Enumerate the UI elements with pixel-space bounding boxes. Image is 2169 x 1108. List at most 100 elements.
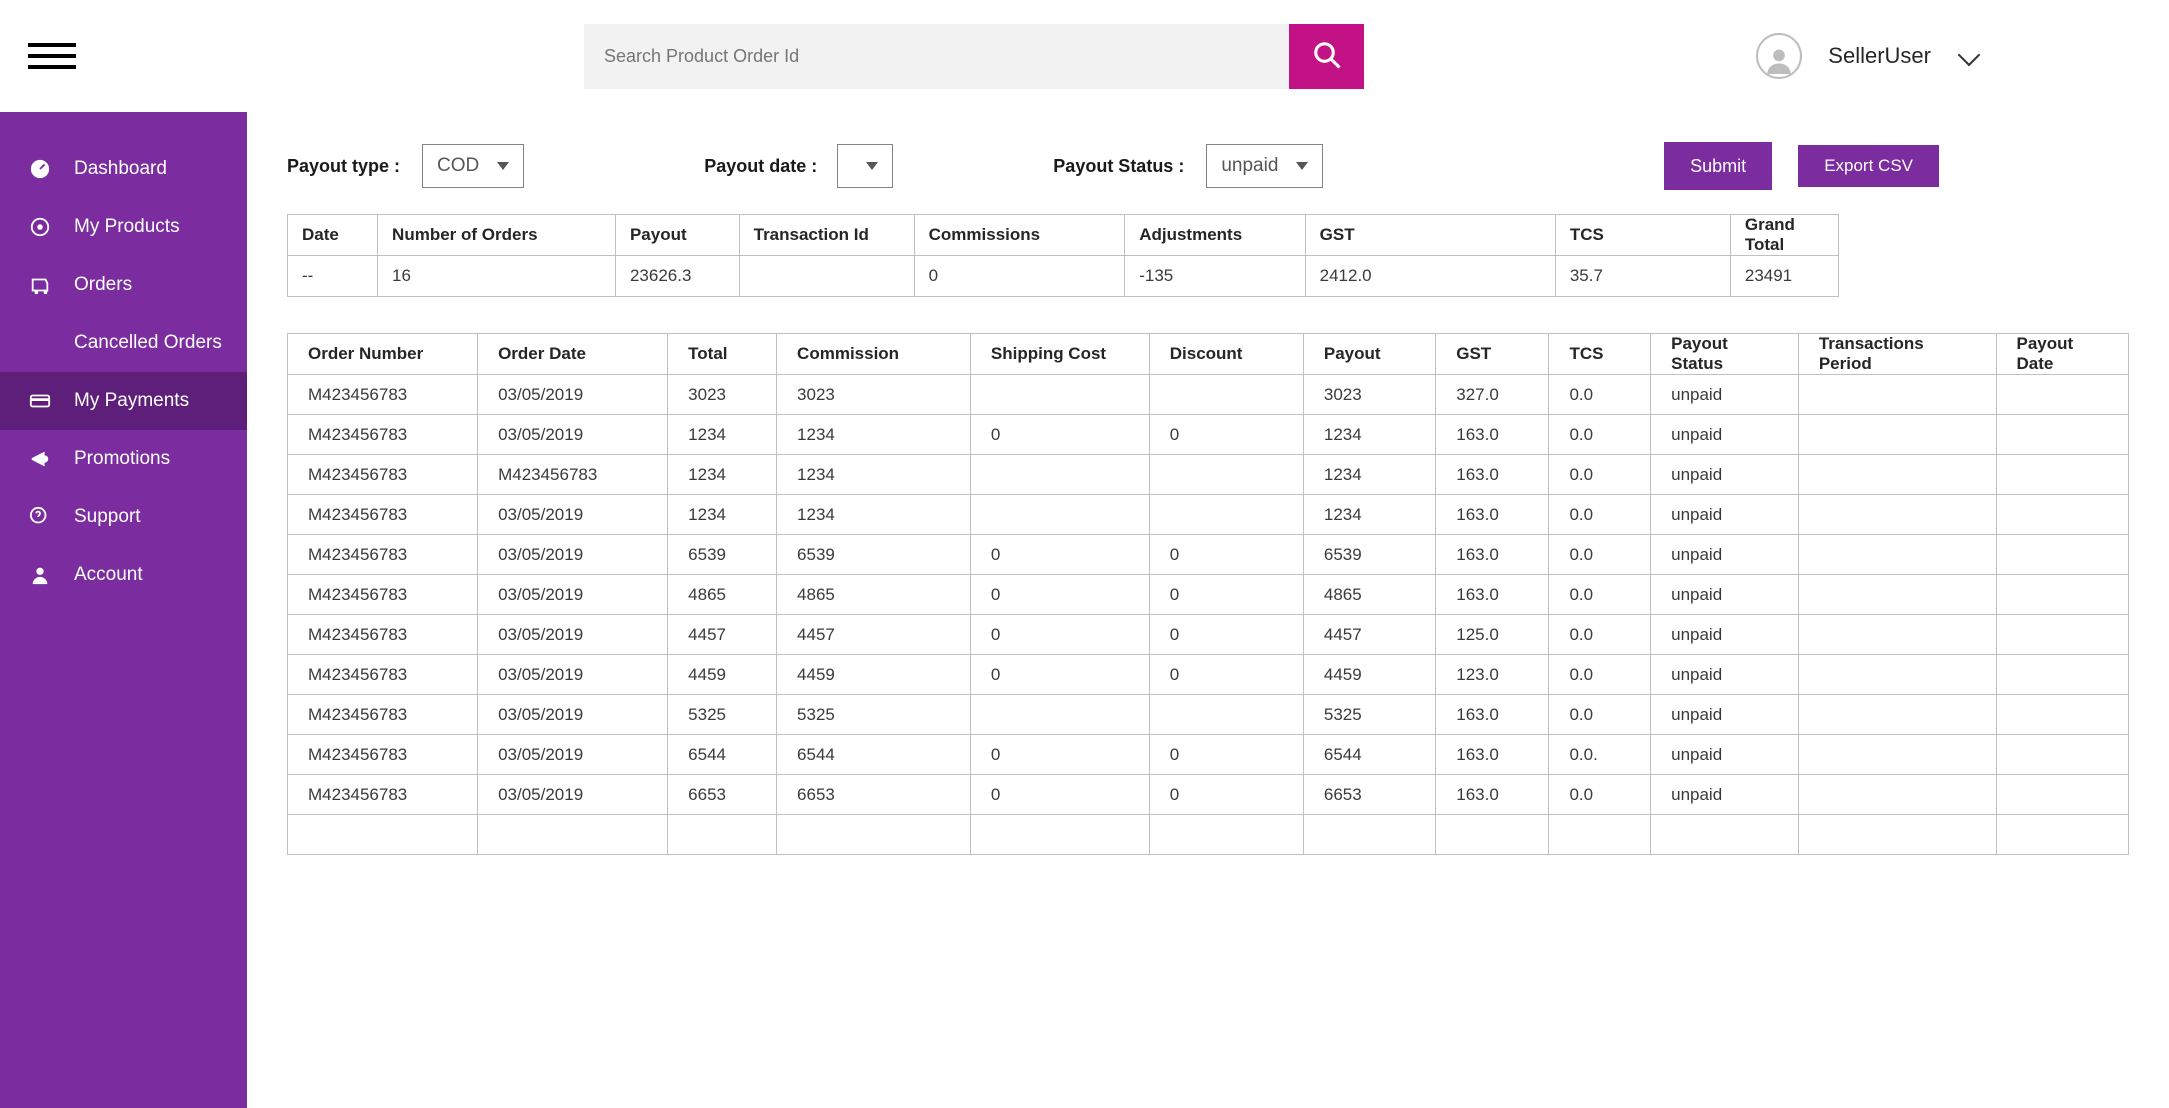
orders-cell: 0.0.	[1549, 735, 1651, 775]
orders-cell: unpaid	[1651, 455, 1799, 495]
table-row[interactable]: M42345678303/05/201966536653006653163.00…	[288, 775, 2129, 815]
orders-cell: 1234	[668, 455, 777, 495]
orders-cell: M423456783	[478, 455, 668, 495]
summary-cell: 23626.3	[615, 256, 739, 297]
orders-cell: 4459	[668, 655, 777, 695]
table-row[interactable]: M42345678303/05/2019532553255325163.00.0…	[288, 695, 2129, 735]
orders-cell	[1549, 815, 1651, 855]
content-area: Payout type : COD Payout date : Payout S…	[247, 112, 2169, 1108]
orders-cell: 123.0	[1436, 655, 1549, 695]
orders-cell: 6653	[668, 775, 777, 815]
table-row[interactable]: M42345678303/05/201948654865004865163.00…	[288, 575, 2129, 615]
table-row[interactable]: M42345678303/05/201912341234001234163.00…	[288, 415, 2129, 455]
orders-cell	[288, 815, 478, 855]
orders-cell: M423456783	[288, 775, 478, 815]
orders-header: TCS	[1549, 334, 1651, 375]
payout-status-label: Payout Status :	[1053, 156, 1184, 177]
orders-cell: 163.0	[1436, 535, 1549, 575]
orders-cell: M423456783	[288, 535, 478, 575]
orders-cell: 0.0	[1549, 655, 1651, 695]
orders-cell: 6539	[777, 535, 971, 575]
search-button[interactable]	[1289, 24, 1364, 89]
orders-cell	[1798, 535, 1996, 575]
sidebar-item-support[interactable]: Support	[0, 488, 247, 546]
orders-cell	[1798, 495, 1996, 535]
sidebar-item-account[interactable]: Account	[0, 546, 247, 604]
summary-cell: -135	[1125, 256, 1305, 297]
orders-cell: 0	[1149, 735, 1303, 775]
orders-cell: 5325	[1303, 695, 1435, 735]
orders-cell: 0.0	[1549, 695, 1651, 735]
sidebar-item-label: Support	[74, 506, 141, 528]
orders-cell	[1149, 695, 1303, 735]
sidebar-item-promotions[interactable]: Promotions	[0, 430, 247, 488]
summary-cell: 35.7	[1555, 256, 1730, 297]
orders-cell: 0.0	[1549, 455, 1651, 495]
table-row[interactable]: M423456783M423456783123412341234163.00.0…	[288, 455, 2129, 495]
orders-cell: 125.0	[1436, 615, 1549, 655]
orders-cell: 0.0	[1549, 375, 1651, 415]
orders-cell: 03/05/2019	[478, 575, 668, 615]
orders-cell: 1234	[1303, 495, 1435, 535]
orders-cell: 03/05/2019	[478, 695, 668, 735]
summary-cell: --	[288, 256, 378, 297]
orders-cell: 327.0	[1436, 375, 1549, 415]
table-row[interactable]: M42345678303/05/2019302330233023327.00.0…	[288, 375, 2129, 415]
sidebar-item-dashboard[interactable]: Dashboard	[0, 140, 247, 198]
chevron-down-icon	[1957, 49, 1981, 63]
orders-cell: 0	[970, 575, 1149, 615]
hamburger-menu-icon[interactable]	[28, 32, 76, 80]
sidebar-sub-cancelled-orders[interactable]: Cancelled Orders	[0, 314, 247, 372]
sidebar-item-my-products[interactable]: My Products	[0, 198, 247, 256]
orders-cell: 03/05/2019	[478, 775, 668, 815]
payout-type-label: Payout type :	[287, 156, 400, 177]
orders-cell	[1996, 375, 2128, 415]
payout-status-select[interactable]: unpaid	[1206, 144, 1323, 188]
orders-cell: unpaid	[1651, 415, 1799, 455]
orders-cell	[1798, 775, 1996, 815]
summary-cell	[739, 256, 914, 297]
summary-header: TCS	[1555, 215, 1730, 256]
table-row[interactable]: M42345678303/05/201944594459004459123.00…	[288, 655, 2129, 695]
orders-cell	[1436, 815, 1549, 855]
orders-cell: 163.0	[1436, 695, 1549, 735]
orders-cell: 0.0	[1549, 415, 1651, 455]
payout-date-select[interactable]	[837, 144, 893, 188]
table-row[interactable]: M42345678303/05/201965446544006544163.00…	[288, 735, 2129, 775]
orders-cell	[1798, 735, 1996, 775]
orders-cell: 0	[1149, 615, 1303, 655]
orders-cell: M423456783	[288, 415, 478, 455]
orders-header: Commission	[777, 334, 971, 375]
sidebar-item-my-payments[interactable]: My Payments	[0, 372, 247, 430]
summary-table: DateNumber of OrdersPayoutTransaction Id…	[287, 214, 1839, 297]
export-csv-button[interactable]: Export CSV	[1798, 145, 1939, 187]
products-icon	[28, 215, 52, 239]
orders-cell: 0.0	[1549, 535, 1651, 575]
orders-cell: unpaid	[1651, 695, 1799, 735]
sidebar-item-orders[interactable]: Orders	[0, 256, 247, 314]
summary-header: Adjustments	[1125, 215, 1305, 256]
summary-header: Commissions	[914, 215, 1125, 256]
orders-cell: 0	[1149, 415, 1303, 455]
orders-cell	[1149, 495, 1303, 535]
orders-cell	[970, 375, 1149, 415]
orders-header: Order Number	[288, 334, 478, 375]
orders-cell: 0	[970, 615, 1149, 655]
orders-cell: 6539	[668, 535, 777, 575]
sidebar-item-label: Promotions	[74, 448, 170, 470]
table-row[interactable]: M42345678303/05/2019123412341234163.00.0…	[288, 495, 2129, 535]
submit-button[interactable]: Submit	[1664, 142, 1772, 190]
orders-cell: 4457	[1303, 615, 1435, 655]
payout-status-value: unpaid	[1221, 155, 1278, 177]
orders-cell: M423456783	[288, 375, 478, 415]
orders-cell: 163.0	[1436, 575, 1549, 615]
table-row[interactable]: M42345678303/05/201944574457004457125.00…	[288, 615, 2129, 655]
payout-type-select[interactable]: COD	[422, 144, 524, 188]
search-input[interactable]	[584, 46, 1289, 67]
summary-header: Number of Orders	[378, 215, 616, 256]
orders-cell: 0	[1149, 535, 1303, 575]
dropdown-icon	[866, 162, 878, 170]
orders-header: Payout	[1303, 334, 1435, 375]
user-menu[interactable]: SellerUser	[1756, 33, 2141, 79]
table-row[interactable]: M42345678303/05/201965396539006539163.00…	[288, 535, 2129, 575]
